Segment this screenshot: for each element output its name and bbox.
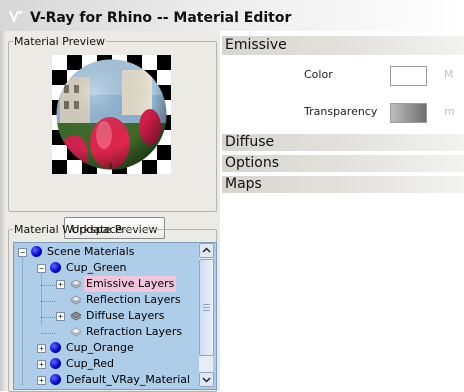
- tree-item-label: Cup_Green: [66, 261, 127, 274]
- tree-item-cup-green[interactable]: − Cup_Green: [14, 260, 194, 276]
- expand-icon[interactable]: +: [37, 344, 46, 353]
- maps-rollout-header[interactable]: Maps: [222, 176, 464, 193]
- emissive-color-swatch[interactable]: [390, 66, 427, 86]
- layer-icon: [70, 311, 82, 321]
- material-preview-image: [52, 55, 171, 174]
- tree-item-label: Cup_Red: [66, 357, 115, 370]
- material-preview-legend: Material Preview: [14, 35, 106, 48]
- blue-sphere-icon: [50, 358, 61, 369]
- layer-icon: [70, 327, 82, 337]
- tree-item-cup-orange[interactable]: + Cup_Orange: [14, 340, 194, 356]
- blue-sphere-icon: [50, 374, 61, 385]
- title-bar[interactable]: V-Ray for Rhino -- Material Editor: [0, 0, 464, 31]
- preview-sphere: [56, 59, 167, 170]
- collapse-icon[interactable]: −: [18, 248, 27, 257]
- transparency-label: Transparency: [304, 105, 378, 118]
- expand-icon[interactable]: +: [37, 360, 46, 369]
- material-tree[interactable]: − Scene Materials − Cup_Green + Emissive…: [13, 242, 217, 390]
- transparency-map-button[interactable]: m: [444, 105, 455, 118]
- chevron-up-icon: [202, 247, 211, 253]
- color-label: Color: [304, 68, 333, 81]
- emissive-transparency-swatch[interactable]: [390, 103, 427, 123]
- emissive-rollout-header[interactable]: Emissive: [222, 36, 464, 55]
- scroll-up-button[interactable]: [199, 243, 214, 258]
- v-ray-app-icon: [9, 10, 23, 23]
- scroll-thumb[interactable]: [199, 259, 214, 356]
- tree-scrollbar[interactable]: [199, 243, 214, 387]
- tree-item-diffuse-layers[interactable]: + Diffuse Layers: [14, 308, 194, 324]
- tree-item-label: Cup_Orange: [66, 341, 134, 354]
- tree-item-reflection-layers[interactable]: Reflection Layers: [14, 292, 194, 308]
- tree-item-label: Reflection Layers: [86, 293, 181, 306]
- window-title: V-Ray for Rhino -- Material Editor: [30, 10, 292, 26]
- blue-sphere-icon: [31, 246, 42, 257]
- tree-item-emissive-layers[interactable]: + Emissive Layers: [14, 276, 194, 292]
- tree-item-label: Diffuse Layers: [86, 309, 165, 322]
- scroll-grip: [203, 310, 210, 311]
- tree-item-default-vray-material[interactable]: + Default_VRay_Material: [14, 372, 194, 388]
- layer-icon: [70, 279, 82, 289]
- scroll-grip: [203, 304, 210, 305]
- blue-sphere-icon: [50, 262, 61, 273]
- expand-icon[interactable]: +: [56, 280, 65, 289]
- expand-icon[interactable]: +: [37, 376, 46, 385]
- layer-icon: [70, 295, 82, 305]
- tree-item-cup-red[interactable]: + Cup_Red: [14, 356, 194, 372]
- diffuse-rollout-header[interactable]: Diffuse: [222, 134, 464, 151]
- tree-item-label: Emissive Layers: [84, 276, 177, 292]
- color-map-button[interactable]: M: [444, 68, 454, 81]
- tree-item-label: Default_VRay_Material: [66, 373, 191, 386]
- options-rollout-header[interactable]: Options: [222, 155, 464, 172]
- tree-item-refraction-layers[interactable]: Refraction Layers: [14, 324, 194, 340]
- right-panel: Emissive Color M Transparency m Diffuse …: [220, 31, 464, 391]
- expand-icon[interactable]: +: [56, 312, 65, 321]
- collapse-icon[interactable]: −: [37, 264, 46, 273]
- blue-sphere-icon: [50, 342, 61, 353]
- tree-item-scene-materials[interactable]: − Scene Materials: [14, 244, 194, 260]
- scroll-down-button[interactable]: [199, 372, 214, 387]
- material-workspace-legend: Material Workspace: [14, 223, 123, 236]
- tree-item-label: Scene Materials: [47, 245, 135, 258]
- scroll-grip: [203, 307, 210, 308]
- tree-item-label: Refraction Layers: [86, 325, 183, 338]
- chevron-down-icon: [202, 377, 211, 383]
